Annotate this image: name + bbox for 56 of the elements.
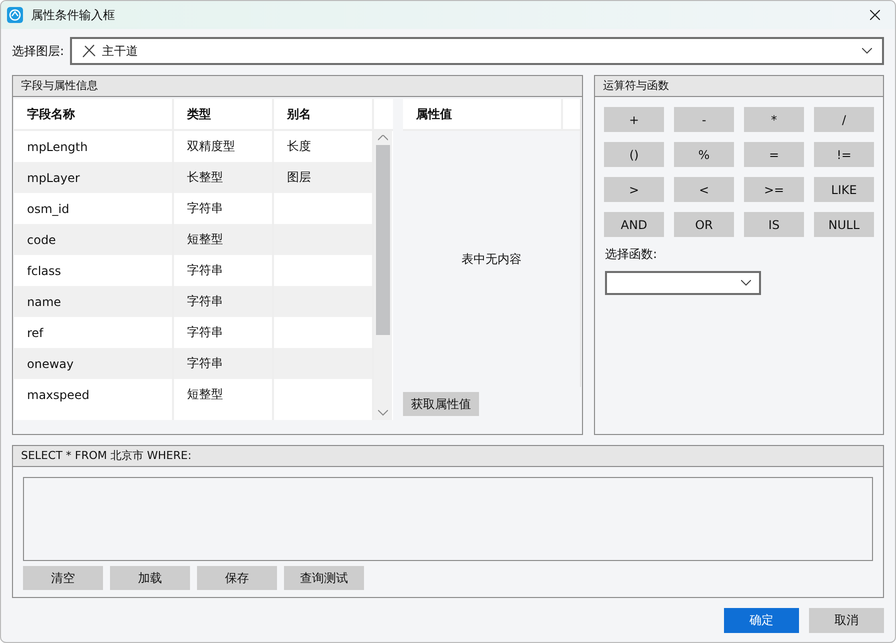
scrollbar[interactable]	[374, 131, 392, 420]
function-label: 选择函数:	[605, 246, 658, 263]
close-icon	[870, 10, 880, 20]
table-cell: oneway	[14, 348, 174, 379]
panel-header: 运算符与函数	[595, 76, 883, 97]
operator-button[interactable]: NULL	[814, 212, 874, 237]
query-action-button[interactable]: 清空	[23, 566, 103, 590]
query-field[interactable]	[23, 477, 873, 561]
confirm-button[interactable]: 确定	[724, 608, 799, 633]
app-logo-icon	[7, 7, 23, 23]
operator-button[interactable]: LIKE	[814, 177, 874, 202]
operator-button[interactable]: OR	[674, 212, 734, 237]
query-action-button[interactable]: 查询测试	[284, 566, 364, 590]
column-header[interactable]: 类型	[174, 99, 274, 129]
operator-button[interactable]: IS	[744, 212, 804, 237]
caret-icon	[862, 48, 872, 54]
table-cell: 长整型	[174, 162, 274, 193]
table-cell: 图层	[287, 169, 311, 186]
operator-button[interactable]: =	[744, 142, 804, 167]
table-cell: 长度	[287, 138, 311, 155]
operator-button[interactable]: ()	[604, 142, 664, 167]
table-cell: 短整型	[174, 224, 274, 255]
operator-button[interactable]: !=	[814, 142, 874, 167]
operator-button[interactable]: +	[604, 107, 664, 132]
layer-dropdown[interactable]: 主干道	[70, 37, 884, 65]
panel-header: 字段与属性信息	[13, 76, 582, 97]
scroll-down-icon	[378, 410, 388, 416]
column-header[interactable]: 字段名称	[14, 99, 174, 129]
table-cell: 字符串	[174, 348, 274, 379]
get-values-button[interactable]: 获取属性值	[403, 392, 479, 416]
operator-button[interactable]: -	[674, 107, 734, 132]
operator-button[interactable]: *	[744, 107, 804, 132]
table-cell: code	[14, 224, 174, 255]
layer-label: 选择图层:	[12, 42, 64, 60]
table-cell: name	[14, 286, 174, 317]
scroll-up-icon	[378, 135, 388, 141]
operator-button[interactable]: >=	[744, 177, 804, 202]
function-dropdown[interactable]	[605, 271, 761, 295]
table-cell: mpLayer	[14, 162, 174, 193]
operator-button[interactable]: <	[674, 177, 734, 202]
panel-header: SELECT * FROM 北京市 WHERE:	[13, 446, 883, 467]
operator-button[interactable]: /	[814, 107, 874, 132]
table-cell: 字符串	[174, 286, 274, 317]
cancel-button[interactable]: 取消	[809, 608, 884, 633]
table-cell: 短整型	[174, 379, 274, 410]
caret-icon	[741, 280, 751, 286]
empty-message: 表中无内容	[462, 250, 522, 268]
column-header[interactable]: 别名	[274, 99, 374, 129]
operator-button[interactable]: AND	[604, 212, 664, 237]
operator-button[interactable]: >	[604, 177, 664, 202]
line-layer-icon	[82, 44, 96, 58]
operator-button[interactable]: %	[674, 142, 734, 167]
window-title: 属性条件输入框	[31, 6, 116, 24]
query-action-button[interactable]: 加载	[110, 566, 190, 590]
query-action-button[interactable]: 保存	[197, 566, 277, 590]
table-cell: maxspeed	[14, 379, 174, 410]
